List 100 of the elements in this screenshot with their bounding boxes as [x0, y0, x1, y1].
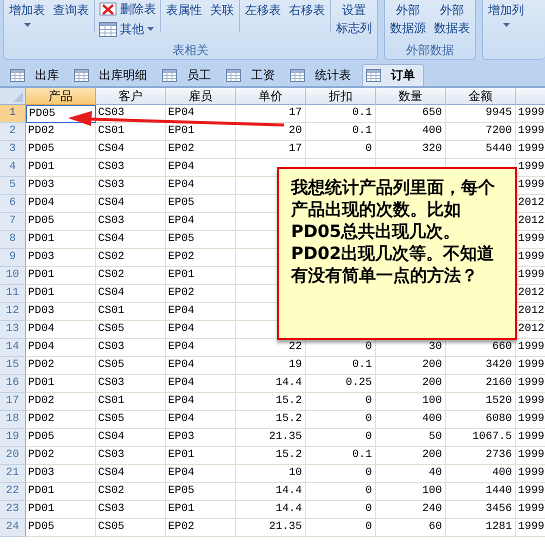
table-cell: CS03 [96, 375, 166, 393]
table-cell: 14.4 [236, 501, 306, 519]
ribbon-button[interactable]: 左移表 [244, 2, 282, 18]
row-number[interactable]: 5 [0, 177, 26, 195]
table-cell: CS05 [96, 357, 166, 375]
table-cell: 9945 [446, 105, 516, 123]
row-number[interactable]: 11 [0, 285, 26, 303]
ribbon-button[interactable]: 增加表 [8, 2, 46, 27]
table-cell: 5440 [446, 141, 516, 159]
table-cell: PD01 [26, 159, 96, 177]
column-header[interactable]: 单价 [236, 88, 306, 105]
ribbon-button[interactable]: 设置 标志列 [335, 2, 373, 36]
ribbon-button[interactable]: 表属性 [165, 2, 203, 18]
table-cell: 200 [376, 447, 446, 465]
table-cell: CS03 [96, 177, 166, 195]
sheet-tab[interactable]: 工资 [222, 64, 284, 86]
row-number[interactable]: 18 [0, 411, 26, 429]
table-cell: 15.2 [236, 393, 306, 411]
ribbon-button[interactable]: 关联 [209, 2, 235, 18]
ribbon-button[interactable]: 查询表 [52, 2, 90, 27]
row-number[interactable]: 8 [0, 231, 26, 249]
ribbon-button[interactable]: 右移表 [288, 2, 326, 18]
row-number[interactable]: 12 [0, 303, 26, 321]
table-cell: 15.2 [236, 411, 306, 429]
table-cell: 0 [306, 465, 376, 483]
row-number[interactable]: 9 [0, 249, 26, 267]
table-cell: CS01 [96, 393, 166, 411]
table-cell: 17 [236, 105, 306, 123]
table-cell: 7200 [446, 123, 516, 141]
table-cell: 60 [376, 519, 446, 537]
row-number[interactable]: 4 [0, 159, 26, 177]
table-cell: 40 [376, 465, 446, 483]
table-cell: 1999 [516, 123, 545, 141]
row-number[interactable]: 16 [0, 375, 26, 393]
row-number[interactable]: 2 [0, 123, 26, 141]
table-cell: 1999 [516, 105, 545, 123]
table-cell: EP04 [166, 465, 236, 483]
row-number[interactable]: 1 [0, 105, 26, 123]
table-cell: 0 [306, 519, 376, 537]
column-header[interactable]: 客户 [96, 88, 166, 105]
table-cell: 400 [446, 465, 516, 483]
table-cell: 1520 [446, 393, 516, 411]
table-cell: 0 [306, 393, 376, 411]
row-number[interactable]: 23 [0, 501, 26, 519]
table-cell: CS03 [96, 213, 166, 231]
table-cell: CS04 [96, 195, 166, 213]
table-cell: CS05 [96, 411, 166, 429]
ribbon-button[interactable]: 增加列 [487, 2, 525, 27]
sheet-tab[interactable]: 出库 [6, 64, 68, 86]
table-icon [290, 69, 305, 82]
table-cell: 1281 [446, 519, 516, 537]
sheet-tab[interactable]: 统计表 [286, 64, 360, 86]
table-cell: PD04 [26, 195, 96, 213]
ribbon-button[interactable]: 删除表 [99, 1, 156, 17]
sheet-tab[interactable]: 订单 [362, 64, 424, 86]
column-header[interactable]: 金额 [446, 88, 516, 105]
table-cell: 2736 [446, 447, 516, 465]
column-header[interactable]: 折扣 [306, 88, 376, 105]
corner-triangle-icon [13, 92, 23, 102]
row-number[interactable]: 20 [0, 447, 26, 465]
row-number[interactable]: 3 [0, 141, 26, 159]
select-all-corner[interactable] [0, 88, 26, 105]
table-cell: PD05 [26, 519, 96, 537]
row-number[interactable]: 15 [0, 357, 26, 375]
row-number[interactable]: 13 [0, 321, 26, 339]
table-cell: PD01 [26, 231, 96, 249]
table-icon [226, 69, 241, 82]
row-number[interactable]: 17 [0, 393, 26, 411]
column-header[interactable]: 数量 [376, 88, 446, 105]
row-number[interactable]: 6 [0, 195, 26, 213]
table-cell: EP05 [166, 231, 236, 249]
row-number[interactable]: 7 [0, 213, 26, 231]
ribbon-button[interactable]: 其他 [99, 21, 156, 37]
table-cell: 0 [306, 483, 376, 501]
sheet-tab[interactable]: 出库明细 [70, 64, 156, 86]
table-cell: PD03 [26, 249, 96, 267]
ribbon-button[interactable]: 外部 数据表 [433, 2, 471, 36]
sheet-tab[interactable]: 员工 [158, 64, 220, 86]
row-number[interactable]: 21 [0, 465, 26, 483]
table-cell: CS03 [96, 105, 166, 123]
ribbon-button[interactable]: 外部 数据源 [389, 2, 427, 36]
table-cell: 0.1 [306, 357, 376, 375]
table-cell: CS03 [96, 339, 166, 357]
row-number[interactable]: 19 [0, 429, 26, 447]
column-header[interactable]: 雇员 [166, 88, 236, 105]
table-cell: CS05 [96, 519, 166, 537]
row-number[interactable]: 10 [0, 267, 26, 285]
row-number[interactable]: 22 [0, 483, 26, 501]
table-cell: 1999 [516, 447, 545, 465]
callout-note: 我想统计产品列里面，每个产品出现的次数。比如PD05总共出现几次。PD02出现几次等。不知道有没有简单一点的方法？ [277, 167, 517, 340]
table-cell: 3456 [446, 501, 516, 519]
table-cell: EP04 [166, 393, 236, 411]
row-number[interactable]: 24 [0, 519, 26, 537]
table-cell: EP04 [166, 411, 236, 429]
column-header[interactable]: 产品 [26, 88, 96, 105]
table-cell: PD02 [26, 357, 96, 375]
table-cell: EP04 [166, 159, 236, 177]
row-number[interactable]: 14 [0, 339, 26, 357]
table-cell: 1440 [446, 483, 516, 501]
table-cell: 50 [376, 429, 446, 447]
